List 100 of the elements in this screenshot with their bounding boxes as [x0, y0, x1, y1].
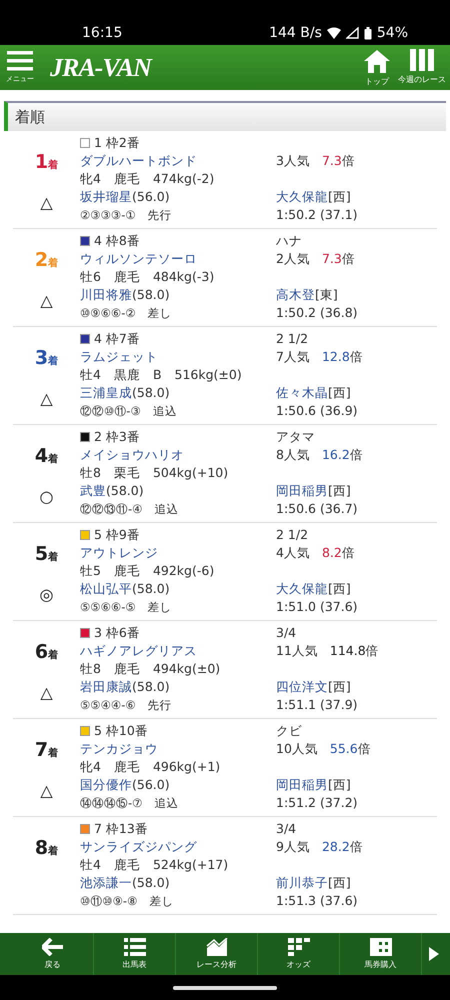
finish-time: 1:50.6 (36.7)	[276, 500, 358, 518]
status-time: 16:15	[82, 25, 122, 41]
finish-time: 1:51.2 (37.2)	[276, 794, 358, 812]
popularity: 11人気	[276, 642, 318, 660]
jockey-weight: (58.0)	[132, 384, 170, 402]
finish-position: 3着	[34, 347, 58, 371]
horse-name-link[interactable]: ラムジェット	[80, 348, 158, 366]
trainer-region: [西]	[328, 776, 351, 794]
finish-position: 7着	[34, 739, 58, 763]
frame-number: 2 枠3番	[94, 428, 140, 446]
jockey-link[interactable]: 松山弘平	[80, 580, 132, 598]
odds: 7.3倍	[322, 250, 355, 268]
finish-time: 1:51.3 (37.6)	[276, 892, 358, 910]
logo[interactable]: JRA-VAN	[50, 52, 151, 82]
margin: クビ	[276, 722, 302, 740]
jockey-link[interactable]: 坂井瑠星	[80, 188, 132, 206]
odds: 114.8倍	[330, 642, 379, 660]
trainer-link[interactable]: 岡田稲男	[276, 776, 328, 794]
passing-order: ⑤⑤④④-⑥ 先行	[80, 697, 172, 714]
jockey-link[interactable]: 池添謙一	[80, 874, 132, 892]
odds: 16.2倍	[322, 446, 363, 464]
prediction-mark: △	[40, 193, 53, 213]
popularity: 9人気	[276, 838, 310, 856]
finish-position: 2着	[34, 249, 58, 273]
jockey-weight: (58.0)	[132, 286, 170, 304]
signal-icon	[346, 27, 359, 39]
jockey-link[interactable]: 武豊	[80, 482, 106, 500]
trainer-link[interactable]: 高木登	[276, 286, 315, 304]
trainer-region: [西]	[328, 580, 351, 598]
horse-name-link[interactable]: ハギノアレグリアス	[80, 642, 197, 660]
frame-number: 5 枠10番	[94, 722, 148, 740]
trainer-region: [西]	[328, 482, 351, 500]
horse-name-link[interactable]: アウトレンジ	[80, 544, 158, 562]
horse-profile: 牡8 鹿毛 494kg(±0)	[80, 660, 220, 678]
finish-time: 1:50.2 (37.1)	[276, 206, 358, 224]
finish-time: 1:50.2 (36.8)	[276, 304, 358, 322]
horse-profile: 牡5 鹿毛 492kg(-6)	[80, 562, 214, 580]
passing-order: ⑭⑭⑭⑮-⑦ 追込	[80, 795, 178, 812]
jockey-weight: (58.0)	[106, 482, 144, 500]
home-icon	[364, 48, 390, 72]
margin: 2 1/2	[276, 526, 308, 544]
odds: 8.2倍	[322, 544, 355, 562]
chart-icon	[206, 938, 228, 956]
odds: 12.8倍	[322, 348, 363, 366]
horse-profile: 牡4 鹿毛 524kg(+17)	[80, 856, 228, 874]
odds: 7.3倍	[322, 152, 355, 170]
trainer-region: [東]	[315, 286, 338, 304]
trainer-link[interactable]: 岡田稲男	[276, 482, 328, 500]
frame-number: 1 枠2番	[94, 134, 140, 152]
jockey-weight: (56.0)	[132, 188, 170, 206]
horse-name-link[interactable]: ウィルソンテソーロ	[80, 250, 197, 268]
horse-profile: 牡4 黒鹿 B 516kg(±0)	[80, 366, 242, 384]
home-indicator[interactable]	[173, 986, 277, 990]
trainer-link[interactable]: 大久保龍	[276, 188, 328, 206]
horse-profile: 牡8 栗毛 504kg(+10)	[80, 464, 228, 482]
margin: ハナ	[276, 232, 302, 250]
list-icon	[124, 938, 146, 956]
trainer-link[interactable]: 佐々木晶	[276, 384, 328, 402]
horse-name-link[interactable]: ダブルハートボンド	[80, 152, 197, 170]
trainer-link[interactable]: 大久保龍	[276, 580, 328, 598]
jockey-link[interactable]: 岩田康誠	[80, 678, 132, 696]
popularity: 10人気	[276, 740, 318, 758]
odds: 28.2倍	[322, 838, 363, 856]
finish-time: 1:51.0 (37.6)	[276, 598, 358, 616]
jockey-link[interactable]: 川田将雅	[80, 286, 132, 304]
horse-name-link[interactable]: メイショウハリオ	[80, 446, 184, 464]
weekly-races-button[interactable]: 今週のレース	[398, 48, 446, 86]
trainer-link[interactable]: 前川恭子	[276, 874, 328, 892]
frame-number: 7 枠13番	[94, 820, 148, 838]
odds: 55.6倍	[330, 740, 371, 758]
wifi-icon	[326, 27, 341, 39]
finish-time: 1:50.6 (36.9)	[276, 402, 358, 420]
popularity: 2人気	[276, 250, 310, 268]
back-arrow-icon	[42, 938, 64, 956]
prediction-mark: △	[40, 683, 53, 703]
finish-position: 4着	[34, 445, 58, 469]
prediction-mark: △	[40, 389, 53, 409]
popularity: 3人気	[276, 152, 310, 170]
passing-order: ⑫⑫⑩⑪-③ 追込	[80, 403, 177, 420]
trainer-link[interactable]: 四位洋文	[276, 678, 328, 696]
battery-icon	[364, 26, 372, 40]
frame-number: 4 枠7番	[94, 330, 140, 348]
trainer-region: [西]	[328, 678, 351, 696]
horse-name-link[interactable]: テンカジョウ	[80, 740, 158, 758]
prediction-mark: ○	[40, 487, 54, 507]
jockey-link[interactable]: 三浦皇成	[80, 384, 132, 402]
horse-profile: 牡6 鹿毛 484kg(-3)	[80, 268, 214, 286]
jockey-link[interactable]: 国分優作	[80, 776, 132, 794]
prediction-mark: △	[40, 781, 53, 801]
horse-profile: 牝4 鹿毛 496kg(+1)	[80, 758, 220, 776]
horse-name-link[interactable]: サンライズジパング	[80, 838, 197, 856]
frame-number: 5 枠9番	[94, 526, 140, 544]
finish-position: 8着	[34, 837, 58, 861]
network-speed: 144 B/s	[269, 25, 322, 41]
finish-position: 5着	[34, 543, 58, 567]
play-arrow-icon	[429, 947, 439, 961]
prediction-mark: △	[40, 291, 53, 311]
battery-level: 54%	[376, 25, 408, 41]
top-button[interactable]: トップ	[364, 48, 390, 86]
finish-time: 1:51.1 (37.9)	[276, 696, 358, 714]
